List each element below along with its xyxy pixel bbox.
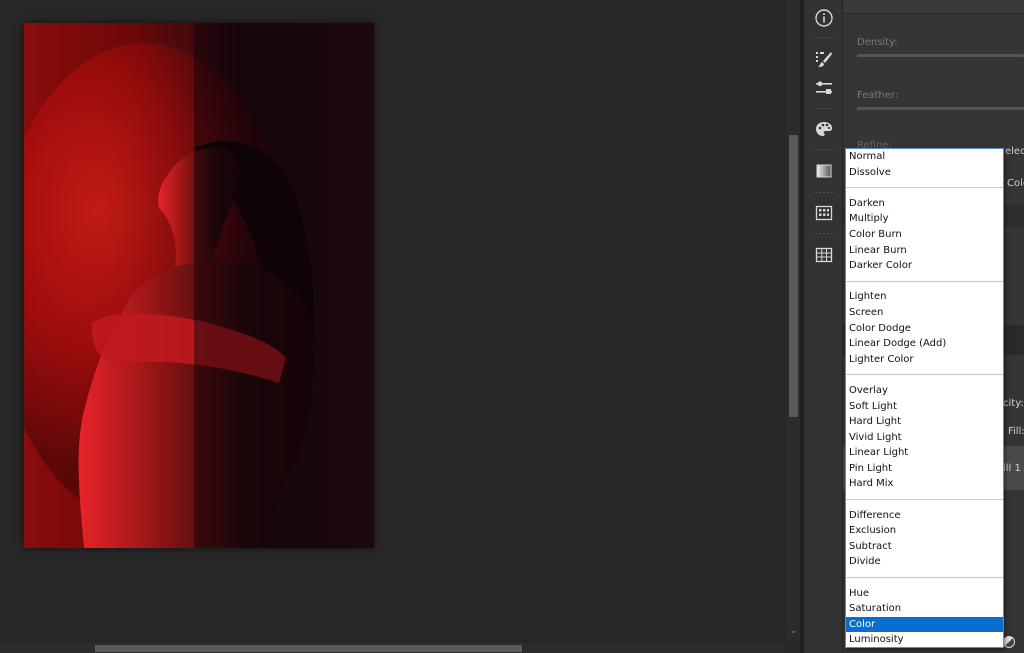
density-slider[interactable] xyxy=(857,54,1024,57)
blend-mode-dropdown[interactable]: Normal Dissolve Darken Multiply Color Burn Li… xyxy=(845,148,1004,648)
opacity-label-fragment: city: xyxy=(1003,398,1024,409)
blend-mode-item[interactable]: Linear Burn xyxy=(846,243,1003,259)
menu-separator xyxy=(846,367,1003,383)
grip-handle[interactable] xyxy=(814,107,833,110)
document-canvas[interactable] xyxy=(0,0,785,641)
grip-handle[interactable] xyxy=(814,36,833,39)
blend-mode-item[interactable]: Darken xyxy=(846,196,1003,212)
feather-slider[interactable] xyxy=(857,107,1024,110)
blend-mode-item[interactable]: Luminosity xyxy=(846,632,1003,647)
menu-separator xyxy=(846,570,1003,586)
patterns-icon[interactable] xyxy=(808,199,839,227)
vertical-scrollbar[interactable]: ⌄ xyxy=(785,0,800,641)
density-label: Density: xyxy=(857,37,898,48)
blend-mode-item[interactable]: Hue xyxy=(846,586,1003,602)
photo-art xyxy=(24,23,374,548)
blend-mode-item[interactable]: Pin Light xyxy=(846,461,1003,477)
blend-mode-item[interactable]: Linear Dodge (Add) xyxy=(846,336,1003,352)
blend-mode-item[interactable]: Saturation xyxy=(846,601,1003,617)
blend-mode-item[interactable]: Exclusion xyxy=(846,523,1003,539)
brush-presets-icon[interactable] xyxy=(808,45,839,73)
adjustments-icon[interactable] xyxy=(808,74,839,102)
table-grid-icon[interactable] xyxy=(808,241,839,269)
photoshop-window: ⌄ Density: Feather: Refine: elec Col cit… xyxy=(0,0,1024,653)
info-icon[interactable] xyxy=(808,4,839,32)
blend-mode-item[interactable]: Linear Light xyxy=(846,445,1003,461)
menu-separator xyxy=(846,274,1003,290)
panel-icon-toolbar xyxy=(804,0,843,653)
blend-mode-item[interactable]: Darker Color xyxy=(846,258,1003,274)
grip-handle[interactable] xyxy=(814,232,833,235)
panel-header-strip xyxy=(843,0,1024,14)
grip-handle[interactable] xyxy=(814,191,833,194)
blend-mode-item[interactable]: Lighten xyxy=(846,289,1003,305)
blend-mode-item[interactable]: Difference xyxy=(846,508,1003,524)
color-range-button-fragment[interactable]: Colo xyxy=(1007,178,1024,189)
menu-separator xyxy=(846,492,1003,508)
blend-mode-item[interactable]: Lighter Color xyxy=(846,352,1003,368)
document-image[interactable] xyxy=(24,23,374,548)
blend-mode-item[interactable]: Normal xyxy=(846,149,1003,165)
blend-mode-item[interactable]: Vivid Light xyxy=(846,430,1003,446)
blend-mode-item[interactable]: Overlay xyxy=(846,383,1003,399)
fill-label-fragment: Fill: xyxy=(1008,426,1024,437)
vertical-scrollbar-thumb[interactable] xyxy=(789,135,798,417)
blend-mode-item[interactable]: Divide xyxy=(846,554,1003,570)
layer-name-fragment[interactable]: ill 1 xyxy=(1003,463,1021,474)
scroll-down-arrow-icon[interactable]: ⌄ xyxy=(788,625,799,637)
blend-mode-item[interactable]: Color Dodge xyxy=(846,321,1003,337)
menu-separator xyxy=(846,180,1003,196)
gradient-icon[interactable] xyxy=(808,157,839,185)
blend-mode-item[interactable]: Soft Light xyxy=(846,399,1003,415)
blend-mode-item[interactable]: Subtract xyxy=(846,539,1003,555)
horizontal-scrollbar[interactable] xyxy=(0,641,785,653)
feather-label: Feather: xyxy=(857,90,899,101)
blend-mode-item[interactable]: Multiply xyxy=(846,211,1003,227)
blend-mode-item[interactable]: Screen xyxy=(846,305,1003,321)
palette-icon[interactable] xyxy=(808,115,839,143)
select-and-mask-button-fragment[interactable]: electi xyxy=(1005,146,1024,157)
blend-mode-item[interactable]: Hard Mix xyxy=(846,476,1003,492)
blend-mode-item[interactable]: Hard Light xyxy=(846,414,1003,430)
adjustment-layer-icon[interactable] xyxy=(1003,636,1015,648)
blend-mode-item[interactable]: Dissolve xyxy=(846,165,1003,181)
horizontal-scrollbar-thumb[interactable] xyxy=(95,645,522,652)
blend-mode-item[interactable]: Color xyxy=(846,616,1003,633)
blend-mode-item[interactable]: Color Burn xyxy=(846,227,1003,243)
grip-handle[interactable] xyxy=(814,148,833,151)
